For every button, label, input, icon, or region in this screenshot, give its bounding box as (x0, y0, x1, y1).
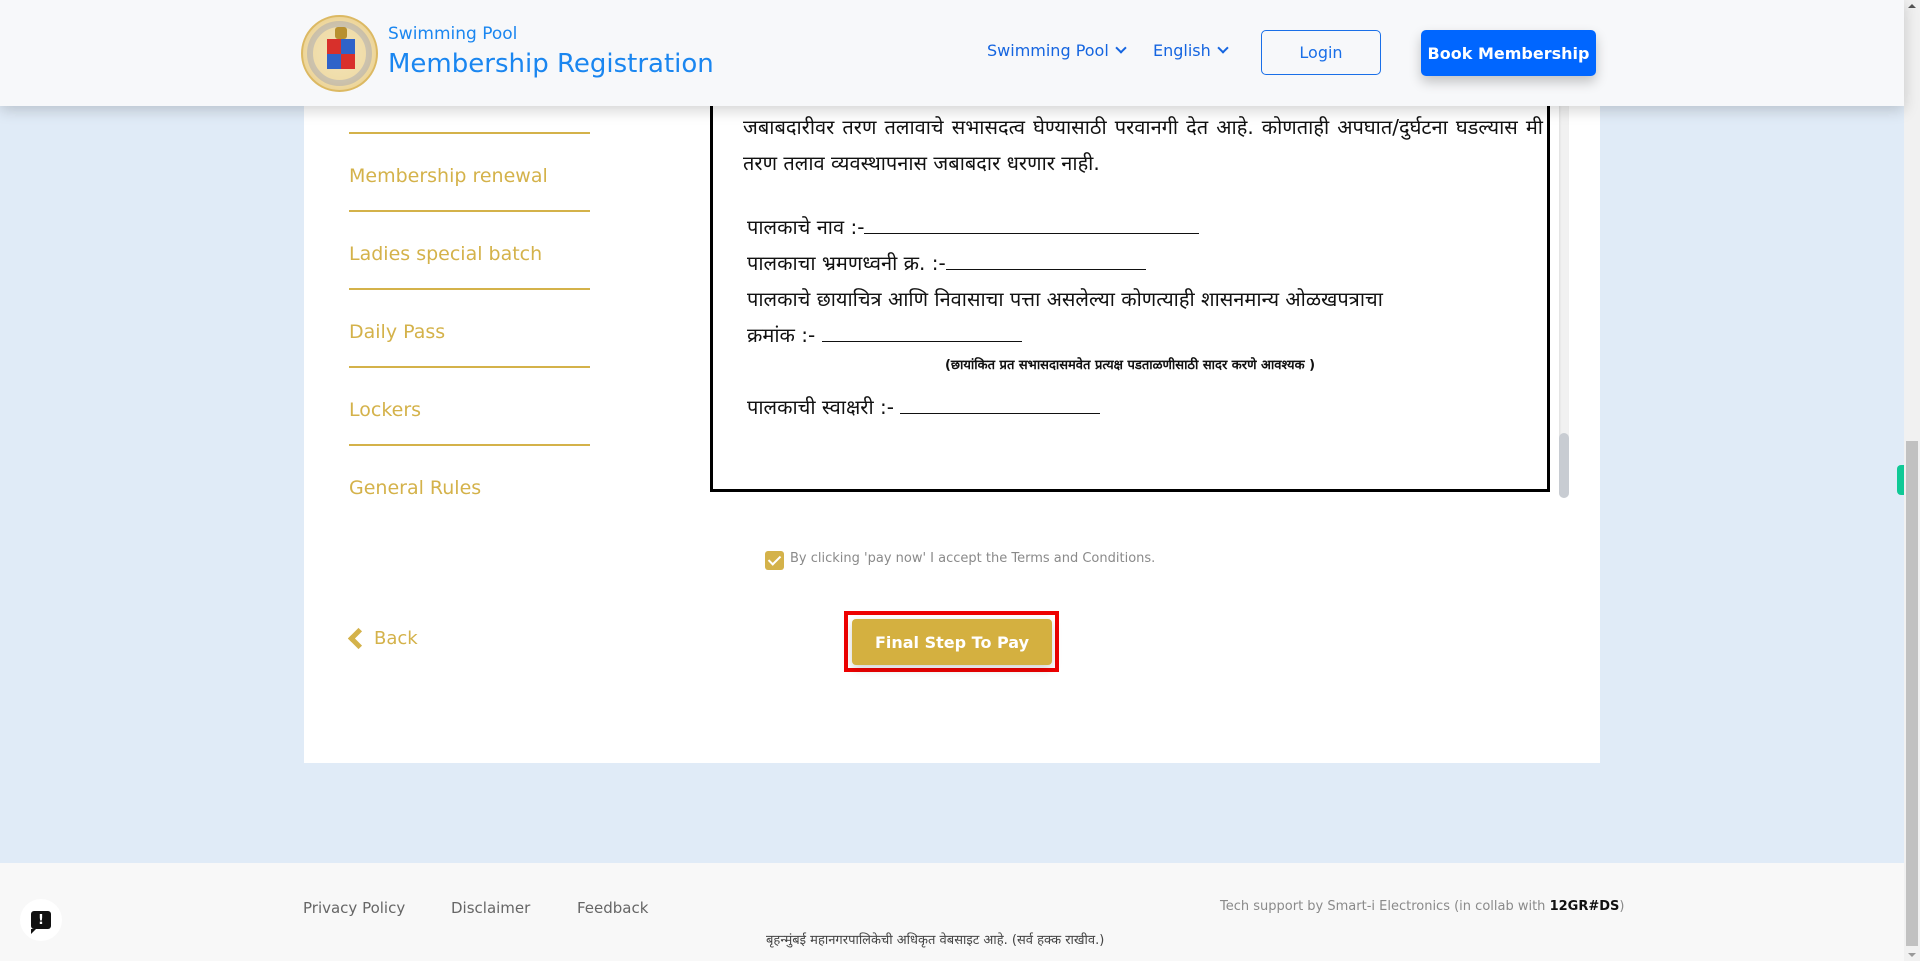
blank-line (945, 252, 1146, 270)
site-header: Swimming Pool Membership Registration Sw… (0, 0, 1904, 106)
blank-line (821, 324, 1022, 342)
login-button[interactable]: Login (1261, 30, 1381, 75)
scroll-down-arrow-icon[interactable] (1908, 953, 1916, 957)
blank-line (900, 396, 1101, 414)
sidebar-item-membership-renewal[interactable]: Membership renewal (349, 165, 590, 187)
guardian-signature-label: पालकाची स्वाक्षरी :- (747, 395, 894, 419)
document-scrollbar-thumb[interactable] (1559, 433, 1569, 498)
guardian-id-field: क्रमांक :- (747, 321, 1022, 348)
final-step-to-pay-button[interactable]: Final Step To Pay (852, 619, 1052, 665)
guardian-id-label: क्रमांक :- (747, 323, 816, 347)
tech-support-credit: Tech support by Smart-i Electronics (in … (1220, 899, 1624, 914)
footer-link-disclaimer[interactable]: Disclaimer (451, 899, 530, 917)
guardian-phone-field: पालकाचा भ्रमणध्वनी क्र. :- (747, 249, 1146, 276)
blank-line (864, 216, 1200, 234)
tech-support-close: ) (1619, 899, 1625, 914)
back-label: Back (374, 628, 418, 649)
terms-checkbox[interactable] (765, 551, 784, 570)
guardian-id-label-line1: पालकाचे छायाचित्र आणि निवासाचा पत्ता असल… (747, 287, 1383, 311)
sidebar-item-general-rules[interactable]: General Rules (349, 477, 590, 499)
guardian-name-field: पालकाचे नाव :- (747, 213, 1200, 240)
guardian-name-label: पालकाचे नाव :- (747, 215, 865, 239)
municipal-corporation-logo[interactable] (301, 15, 378, 92)
terms-label: By clicking 'pay now' I accept the Terms… (790, 551, 1156, 566)
sidebar-divider (349, 366, 590, 368)
sidebar-divider (349, 288, 590, 290)
book-membership-button[interactable]: Book Membership (1421, 30, 1596, 76)
chevron-left-icon (347, 627, 370, 650)
nav-swimming-pool-dropdown[interactable]: Swimming Pool (987, 41, 1127, 60)
footer-link-feedback[interactable]: Feedback (577, 899, 648, 917)
side-widget-tab[interactable] (1897, 465, 1904, 495)
sidebar-item-lockers[interactable]: Lockers (349, 399, 590, 421)
chevron-down-icon (1115, 42, 1127, 54)
brand-title: Membership Registration (388, 49, 714, 79)
footer-link-privacy-policy[interactable]: Privacy Policy (303, 899, 405, 917)
sidebar-item-ladies-special-batch[interactable]: Ladies special batch (349, 243, 590, 265)
feedback-fab[interactable]: ! (20, 899, 62, 941)
logo-shield (327, 39, 355, 69)
chevron-down-icon (1217, 42, 1229, 54)
consent-paragraph: जबाबदारीवर तरण तलावाचे सभासदत्व घेण्यासा… (743, 115, 1543, 175)
tech-brand[interactable]: 12GR#DS (1550, 899, 1620, 914)
nav-language-dropdown[interactable]: English (1153, 41, 1229, 60)
consent-document: जबाबदारीवर तरण तलावाचे सभासदत्व घेण्यासा… (710, 60, 1550, 492)
brand-subtitle: Swimming Pool (388, 24, 518, 44)
document-note: (छायांकित प्रत सभासदासमवेत प्रत्यक्ष पडत… (944, 358, 1316, 373)
sidebar-divider (349, 132, 590, 134)
nav-swimming-pool-label: Swimming Pool (987, 41, 1109, 60)
guardian-signature-field: पालकाची स्वाक्षरी :- (747, 393, 1101, 420)
sidebar-divider (349, 444, 590, 446)
nav-language-label: English (1153, 41, 1211, 60)
feedback-alert-icon: ! (31, 911, 51, 934)
sidebar-divider (349, 210, 590, 212)
page-scrollbar-thumb[interactable] (1906, 441, 1918, 946)
back-button[interactable]: Back (347, 627, 418, 650)
guardian-phone-label: पालकाचा भ्रमणध्वनी क्र. :- (747, 251, 946, 275)
sidebar-item-daily-pass[interactable]: Daily Pass (349, 321, 590, 343)
scroll-up-arrow-icon[interactable] (1908, 4, 1916, 8)
tech-support-text: Tech support by Smart-i Electronics (in … (1220, 899, 1550, 914)
logo-crest (335, 27, 347, 39)
page-scrollbar[interactable] (1904, 0, 1920, 961)
footer-copyright: बृहन्मुंबई महानगरपालिकेची अधिकृत वेबसाइट… (766, 933, 1105, 948)
